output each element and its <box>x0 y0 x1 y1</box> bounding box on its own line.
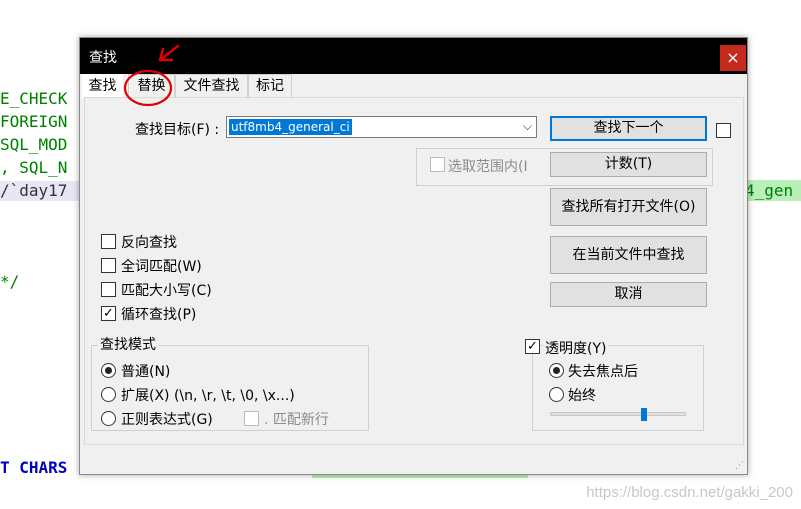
find-replace-dialog: 查找 × 查找 替换 文件查找 标记 查找目标(F) : utf8mb4_gen… <box>79 37 748 475</box>
code-line: FOREIGN <box>0 112 68 131</box>
cancel-button[interactable]: 取消 <box>550 282 707 307</box>
match-case-label: 匹配大小写(C) <box>121 283 212 299</box>
watermark: https://blog.csdn.net/gakki_200 <box>586 484 793 501</box>
tab-find-in-files[interactable]: 文件查找 <box>175 74 248 97</box>
find-what-combo[interactable]: utf8mb4_general_ci ⌵ <box>226 116 537 138</box>
code-line: , SQL_N <box>0 158 68 177</box>
wrap-around-label: 循环查找(P) <box>121 307 197 323</box>
transparency-always-radio[interactable] <box>549 387 564 402</box>
search-mode-extended-radio[interactable] <box>101 387 116 402</box>
tab-mark[interactable]: 标记 <box>248 74 292 97</box>
find-what-value[interactable]: utf8mb4_general_ci <box>229 119 352 135</box>
tab-replace[interactable]: 替换 <box>128 74 175 97</box>
find-next-button[interactable]: 查找下一个 <box>550 116 707 141</box>
transparency-always-label: 始终 <box>568 388 596 404</box>
search-mode-regex-radio[interactable] <box>101 411 116 426</box>
find-all-open-files-button[interactable]: 查找所有打开文件(O) <box>550 188 707 226</box>
transparency-label: 透明度(Y) <box>543 338 609 358</box>
find-in-current-file-button[interactable]: 在当前文件中查找 <box>550 236 707 274</box>
code-line: */ <box>0 272 20 291</box>
transparency-on-lose-focus-label: 失去焦点后 <box>568 364 638 380</box>
match-case-checkbox[interactable] <box>101 282 116 297</box>
find-next-option-checkbox[interactable] <box>716 123 731 138</box>
code-line: /`day17 <box>0 181 80 201</box>
tab-find[interactable]: 查找 <box>82 74 123 98</box>
code-line: T CHARS <box>0 458 68 477</box>
code-line: E_CHECK <box>0 89 68 108</box>
backward-label: 反向查找 <box>121 235 177 251</box>
count-button[interactable]: 计数(T) <box>550 152 707 177</box>
whole-word-label: 全词匹配(W) <box>121 259 202 275</box>
dialog-title: 查找 <box>89 50 117 66</box>
transparency-on-lose-focus-radio[interactable] <box>549 363 564 378</box>
in-selection-checkbox[interactable] <box>430 157 445 172</box>
dot-newline-checkbox[interactable] <box>244 411 259 426</box>
search-mode-normal-label: 普通(N) <box>121 364 171 380</box>
code-fragment: 4_gen <box>741 180 801 201</box>
find-what-label: 查找目标(F) : <box>135 122 220 138</box>
search-mode-regex-label: 正则表达式(G) <box>121 412 213 428</box>
close-button[interactable]: × <box>720 45 746 71</box>
search-mode-title: 查找模式 <box>98 334 158 354</box>
in-selection-label: 选取范围内(I <box>448 159 528 175</box>
resize-grip-icon[interactable]: ⋰ <box>735 462 744 471</box>
title-bar[interactable]: 查找 × <box>80 38 747 74</box>
code-line: SQL_MOD <box>0 135 68 154</box>
whole-word-checkbox[interactable] <box>101 258 116 273</box>
dot-newline-label: . 匹配新行 <box>264 412 329 428</box>
transparency-slider-thumb[interactable] <box>641 408 647 421</box>
transparency-slider-track[interactable] <box>550 412 686 416</box>
search-mode-normal-radio[interactable] <box>101 363 116 378</box>
tab-bar: 查找 替换 文件查找 标记 <box>80 74 747 98</box>
search-mode-extended-label: 扩展(X) (\n, \r, \t, \0, \x...) <box>121 388 295 404</box>
chevron-down-icon[interactable]: ⌵ <box>523 119 532 134</box>
transparency-checkbox[interactable]: ✓ <box>525 339 540 354</box>
backward-checkbox[interactable] <box>101 234 116 249</box>
wrap-around-checkbox[interactable]: ✓ <box>101 306 116 321</box>
